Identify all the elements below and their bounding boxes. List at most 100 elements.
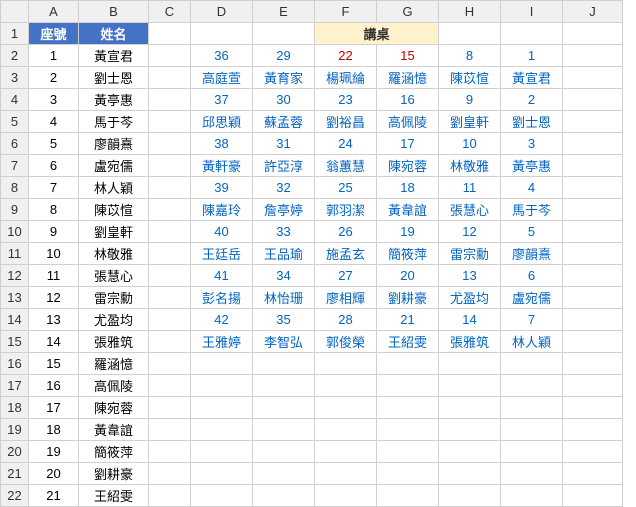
cell-C14[interactable]	[149, 309, 191, 331]
cell-D4[interactable]: 37	[191, 89, 253, 111]
cell-I7[interactable]: 黃亭惠	[501, 155, 563, 177]
cell-C16[interactable]	[149, 353, 191, 375]
cell-E19[interactable]	[253, 419, 315, 441]
cell-H8[interactable]: 11	[439, 177, 501, 199]
cell-D7[interactable]: 黃軒豪	[191, 155, 253, 177]
cell-G10[interactable]: 19	[377, 221, 439, 243]
cell-F18[interactable]	[315, 397, 377, 419]
row-header-10[interactable]: 10	[1, 221, 29, 243]
cell-D11[interactable]: 王廷岳	[191, 243, 253, 265]
cell-G18[interactable]	[377, 397, 439, 419]
cell-F7[interactable]: 翁蕙慧	[315, 155, 377, 177]
cell-B16[interactable]: 羅涵憶	[79, 353, 149, 375]
cell-I9[interactable]: 馬于芩	[501, 199, 563, 221]
cell-J17[interactable]	[563, 375, 623, 397]
cell-J20[interactable]	[563, 441, 623, 463]
cell-A8[interactable]: 7	[29, 177, 79, 199]
cell-A16[interactable]: 15	[29, 353, 79, 375]
col-header-F[interactable]: F	[315, 1, 377, 23]
cell-D15[interactable]: 王雅婷	[191, 331, 253, 353]
cell-E3[interactable]: 黃育家	[253, 67, 315, 89]
cell-I18[interactable]	[501, 397, 563, 419]
cell-J13[interactable]	[563, 287, 623, 309]
cell-A21[interactable]: 20	[29, 463, 79, 485]
cell-C5[interactable]	[149, 111, 191, 133]
cell-E14[interactable]: 35	[253, 309, 315, 331]
cell-C12[interactable]	[149, 265, 191, 287]
cell-H1[interactable]	[439, 23, 501, 45]
cell-D1[interactable]	[191, 23, 253, 45]
cell-F20[interactable]	[315, 441, 377, 463]
cell-J12[interactable]	[563, 265, 623, 287]
cell-A2[interactable]: 1	[29, 45, 79, 67]
cell-B21[interactable]: 劉耕豪	[79, 463, 149, 485]
cell-F6[interactable]: 24	[315, 133, 377, 155]
row-header-6[interactable]: 6	[1, 133, 29, 155]
cell-G9[interactable]: 黃韋誼	[377, 199, 439, 221]
cell-F19[interactable]	[315, 419, 377, 441]
row-header-13[interactable]: 13	[1, 287, 29, 309]
cell-C1[interactable]	[149, 23, 191, 45]
row-header-20[interactable]: 20	[1, 441, 29, 463]
cell-F17[interactable]	[315, 375, 377, 397]
cell-I8[interactable]: 4	[501, 177, 563, 199]
cell-H5[interactable]: 劉皇軒	[439, 111, 501, 133]
cell-J9[interactable]	[563, 199, 623, 221]
cell-A19[interactable]: 18	[29, 419, 79, 441]
row-header-4[interactable]: 4	[1, 89, 29, 111]
cell-H2[interactable]: 8	[439, 45, 501, 67]
cell-D19[interactable]	[191, 419, 253, 441]
cell-G8[interactable]: 18	[377, 177, 439, 199]
cell-G2[interactable]: 15	[377, 45, 439, 67]
cell-D12[interactable]: 41	[191, 265, 253, 287]
cell-J21[interactable]	[563, 463, 623, 485]
cell-E10[interactable]: 33	[253, 221, 315, 243]
cell-C2[interactable]	[149, 45, 191, 67]
row-header-8[interactable]: 8	[1, 177, 29, 199]
cell-C10[interactable]	[149, 221, 191, 243]
cell-C11[interactable]	[149, 243, 191, 265]
cell-F14[interactable]: 28	[315, 309, 377, 331]
cell-F10[interactable]: 26	[315, 221, 377, 243]
cell-G6[interactable]: 17	[377, 133, 439, 155]
col-header-A[interactable]: A	[29, 1, 79, 23]
cell-G14[interactable]: 21	[377, 309, 439, 331]
cell-F16[interactable]	[315, 353, 377, 375]
cell-F8[interactable]: 25	[315, 177, 377, 199]
cell-D10[interactable]: 40	[191, 221, 253, 243]
cell-I16[interactable]	[501, 353, 563, 375]
cell-A6[interactable]: 5	[29, 133, 79, 155]
cell-F4[interactable]: 23	[315, 89, 377, 111]
cell-E11[interactable]: 王品瑜	[253, 243, 315, 265]
cell-I20[interactable]	[501, 441, 563, 463]
cell-A3[interactable]: 2	[29, 67, 79, 89]
cell-J15[interactable]	[563, 331, 623, 353]
cell-I5[interactable]: 劉士恩	[501, 111, 563, 133]
cell-E13[interactable]: 林怡珊	[253, 287, 315, 309]
cell-D17[interactable]	[191, 375, 253, 397]
cell-B7[interactable]: 盧宛儒	[79, 155, 149, 177]
cell-C3[interactable]	[149, 67, 191, 89]
cell-G16[interactable]	[377, 353, 439, 375]
spreadsheet[interactable]: ABCDEFGHIJ 1座號姓名講桌21黃宣君362922158132劉士恩高庭…	[0, 0, 623, 507]
row-header-7[interactable]: 7	[1, 155, 29, 177]
cell-E21[interactable]	[253, 463, 315, 485]
cell-B4[interactable]: 黃亭惠	[79, 89, 149, 111]
row-header-17[interactable]: 17	[1, 375, 29, 397]
cell-J10[interactable]	[563, 221, 623, 243]
cell-A13[interactable]: 12	[29, 287, 79, 309]
cell-J16[interactable]	[563, 353, 623, 375]
row-header-22[interactable]: 22	[1, 485, 29, 507]
cell-I15[interactable]: 林人穎	[501, 331, 563, 353]
cell-J22[interactable]	[563, 485, 623, 507]
row-header-19[interactable]: 19	[1, 419, 29, 441]
row-header-12[interactable]: 12	[1, 265, 29, 287]
col-header-E[interactable]: E	[253, 1, 315, 23]
row-header-11[interactable]: 11	[1, 243, 29, 265]
cell-B6[interactable]: 廖韻熹	[79, 133, 149, 155]
cell-A17[interactable]: 16	[29, 375, 79, 397]
cell-G3[interactable]: 羅涵憶	[377, 67, 439, 89]
cell-F11[interactable]: 施孟玄	[315, 243, 377, 265]
cell-D2[interactable]: 36	[191, 45, 253, 67]
cell-H14[interactable]: 14	[439, 309, 501, 331]
